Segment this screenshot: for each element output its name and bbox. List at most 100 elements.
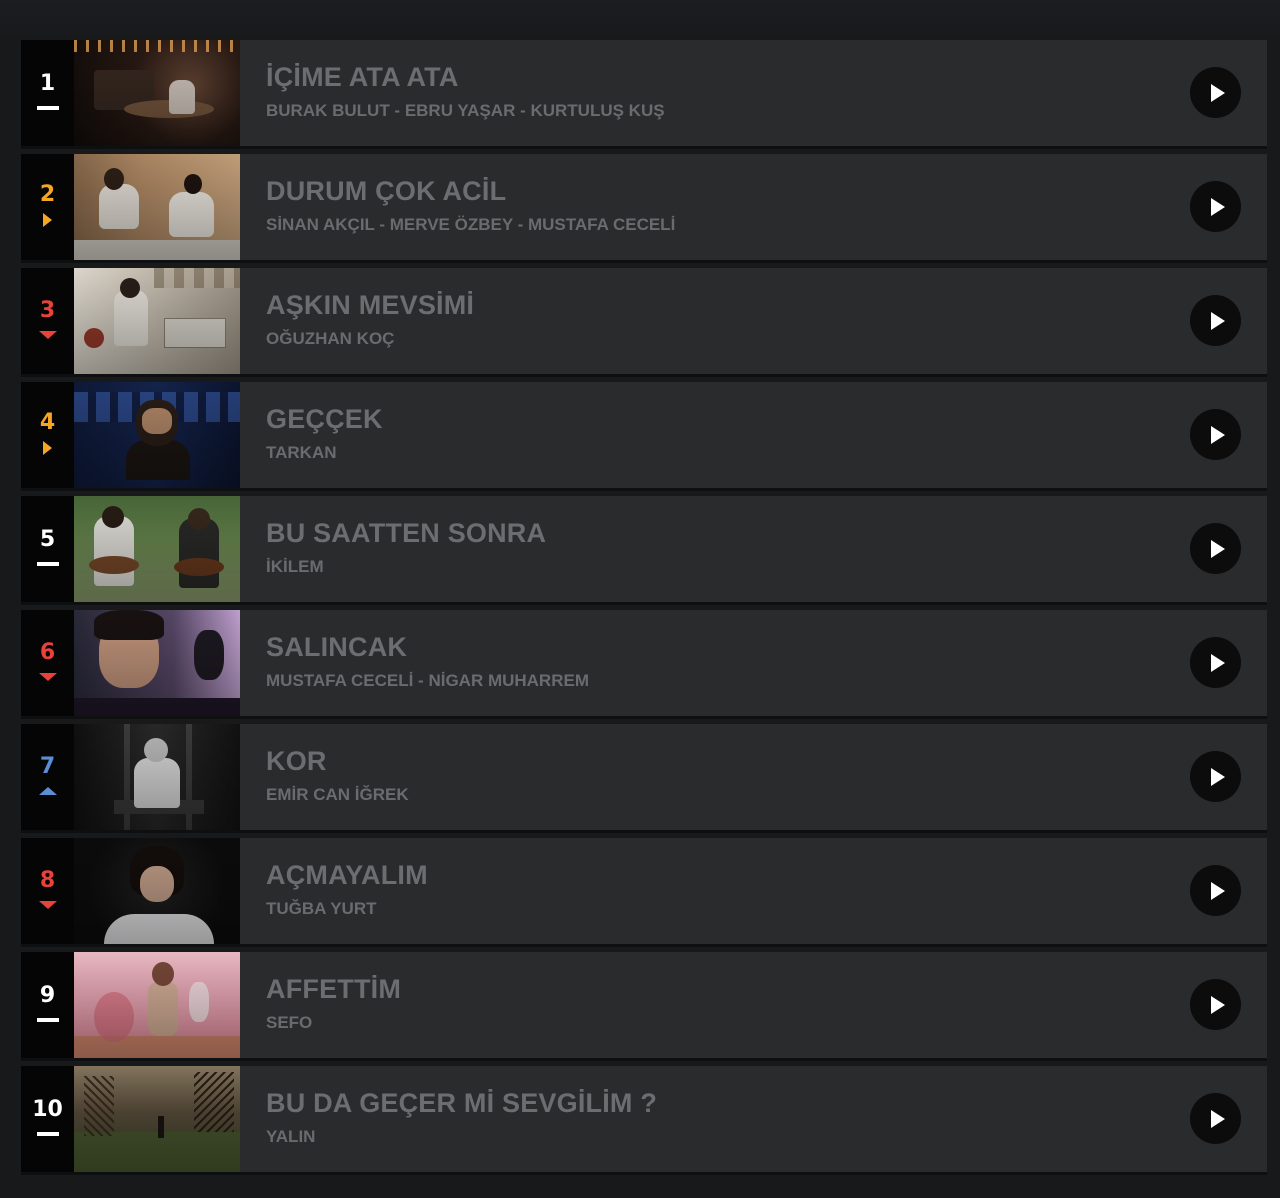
song-title[interactable]: DURUM ÇOK ACİL bbox=[266, 176, 506, 207]
play-icon bbox=[1210, 653, 1225, 672]
video-thumbnail[interactable] bbox=[74, 268, 240, 374]
song-info: GEÇÇEK TARKAN bbox=[240, 382, 1267, 488]
rank-number: 8 bbox=[39, 868, 56, 893]
video-thumbnail[interactable] bbox=[74, 496, 240, 602]
rank-box: 10 bbox=[21, 1066, 74, 1172]
chart-row[interactable]: 8 AÇMAYALIM TUĞBA YURT bbox=[21, 838, 1267, 944]
play-icon bbox=[1210, 1109, 1225, 1128]
song-artist: SİNAN AKÇIL - MERVE ÖZBEY - MUSTAFA CECE… bbox=[266, 215, 676, 234]
rank-number: 10 bbox=[32, 1097, 63, 1122]
rank-number: 2 bbox=[39, 182, 56, 207]
song-title[interactable]: BU SAATTEN SONRA bbox=[266, 518, 546, 549]
play-icon bbox=[1210, 83, 1225, 102]
play-button[interactable] bbox=[1190, 751, 1241, 802]
play-button[interactable] bbox=[1190, 979, 1241, 1030]
song-title[interactable]: GEÇÇEK bbox=[266, 404, 383, 435]
play-button[interactable] bbox=[1190, 865, 1241, 916]
song-artist: İKİLEM bbox=[266, 557, 324, 576]
chart-row[interactable]: 7 KOR EMİR CAN İĞREK bbox=[21, 724, 1267, 830]
song-info: DURUM ÇOK ACİL SİNAN AKÇIL - MERVE ÖZBEY… bbox=[240, 154, 1267, 260]
song-info: KOR EMİR CAN İĞREK bbox=[240, 724, 1267, 830]
song-artist: TUĞBA YURT bbox=[266, 899, 377, 918]
triangle-down-icon bbox=[38, 673, 57, 681]
triangle-up-icon bbox=[38, 787, 57, 795]
chart-row[interactable]: 3 AŞKIN MEVSİMİ OĞUZHAN KOÇ bbox=[21, 268, 1267, 374]
triangle-down-icon bbox=[38, 901, 57, 909]
play-icon bbox=[1210, 425, 1225, 444]
video-thumbnail[interactable] bbox=[74, 1066, 240, 1172]
play-button[interactable] bbox=[1190, 637, 1241, 688]
video-thumbnail[interactable] bbox=[74, 952, 240, 1058]
triangle-right-icon bbox=[43, 213, 52, 227]
play-icon bbox=[1210, 539, 1225, 558]
chart-row[interactable]: 9 AFFETTİM SEFO bbox=[21, 952, 1267, 1058]
play-button[interactable] bbox=[1190, 67, 1241, 118]
video-thumbnail[interactable] bbox=[74, 382, 240, 488]
rank-box: 8 bbox=[21, 838, 74, 944]
song-artist: OĞUZHAN KOÇ bbox=[266, 329, 395, 348]
video-thumbnail[interactable] bbox=[74, 724, 240, 830]
video-thumbnail[interactable] bbox=[74, 610, 240, 716]
rank-number: 3 bbox=[39, 298, 56, 323]
play-button[interactable] bbox=[1190, 181, 1241, 232]
dash-icon bbox=[36, 562, 59, 566]
song-info: SALINCAK MUSTAFA CECELİ - NİGAR MUHARREM bbox=[240, 610, 1267, 716]
triangle-down-icon bbox=[38, 331, 57, 339]
song-title[interactable]: AŞKIN MEVSİMİ bbox=[266, 290, 474, 321]
rank-box: 7 bbox=[21, 724, 74, 830]
chart-row[interactable]: 10 BU DA GEÇER Mİ SEVGİLİM ? YALIN bbox=[21, 1066, 1267, 1172]
play-button[interactable] bbox=[1190, 295, 1241, 346]
play-button[interactable] bbox=[1190, 409, 1241, 460]
song-info: BU SAATTEN SONRA İKİLEM bbox=[240, 496, 1267, 602]
rank-number: 9 bbox=[39, 983, 56, 1008]
song-title[interactable]: BU DA GEÇER Mİ SEVGİLİM ? bbox=[266, 1088, 657, 1119]
play-button[interactable] bbox=[1190, 1093, 1241, 1144]
rank-box: 3 bbox=[21, 268, 74, 374]
song-artist: YALIN bbox=[266, 1127, 316, 1146]
dash-icon bbox=[36, 1018, 59, 1022]
video-thumbnail[interactable] bbox=[74, 838, 240, 944]
song-info: AFFETTİM SEFO bbox=[240, 952, 1267, 1058]
song-artist: TARKAN bbox=[266, 443, 337, 462]
song-info: AÇMAYALIM TUĞBA YURT bbox=[240, 838, 1267, 944]
rank-box: 9 bbox=[21, 952, 74, 1058]
song-info: AŞKIN MEVSİMİ OĞUZHAN KOÇ bbox=[240, 268, 1267, 374]
video-thumbnail[interactable] bbox=[74, 154, 240, 260]
song-title[interactable]: AFFETTİM bbox=[266, 974, 401, 1005]
rank-number: 7 bbox=[39, 754, 56, 779]
song-info: İÇİME ATA ATA BURAK BULUT - EBRU YAŞAR -… bbox=[240, 40, 1267, 146]
play-icon bbox=[1210, 995, 1225, 1014]
rank-box: 4 bbox=[21, 382, 74, 488]
rank-box: 1 bbox=[21, 40, 74, 146]
play-icon bbox=[1210, 881, 1225, 900]
song-artist: MUSTAFA CECELİ - NİGAR MUHARREM bbox=[266, 671, 589, 690]
song-title[interactable]: SALINCAK bbox=[266, 632, 407, 663]
rank-number: 1 bbox=[39, 71, 56, 96]
rank-box: 6 bbox=[21, 610, 74, 716]
rank-box: 2 bbox=[21, 154, 74, 260]
song-info: BU DA GEÇER Mİ SEVGİLİM ? YALIN bbox=[240, 1066, 1267, 1172]
song-artist: BURAK BULUT - EBRU YAŞAR - KURTULUŞ KUŞ bbox=[266, 101, 665, 120]
chart-row[interactable]: 4 GEÇÇEK TARKAN bbox=[21, 382, 1267, 488]
video-thumbnail[interactable] bbox=[74, 40, 240, 146]
chart-row[interactable]: 6 SALINCAK MUSTAFA CECELİ - NİGAR MUHARR… bbox=[21, 610, 1267, 716]
play-button[interactable] bbox=[1190, 523, 1241, 574]
chart-row[interactable]: 5 BU SAATTEN SONRA İKİLEM bbox=[21, 496, 1267, 602]
song-title[interactable]: AÇMAYALIM bbox=[266, 860, 428, 891]
play-icon bbox=[1210, 767, 1225, 786]
chart-row[interactable]: 2 DURUM ÇOK ACİL SİNAN AKÇIL - MERVE ÖZB… bbox=[21, 154, 1267, 260]
rank-number: 4 bbox=[39, 410, 56, 435]
rank-box: 5 bbox=[21, 496, 74, 602]
rank-number: 5 bbox=[39, 527, 56, 552]
rank-number: 6 bbox=[39, 640, 56, 665]
song-artist: SEFO bbox=[266, 1013, 313, 1032]
dash-icon bbox=[36, 106, 59, 110]
play-icon bbox=[1210, 311, 1225, 330]
song-artist: EMİR CAN İĞREK bbox=[266, 785, 409, 804]
song-title[interactable]: İÇİME ATA ATA bbox=[266, 62, 459, 93]
triangle-right-icon bbox=[43, 441, 52, 455]
chart-row[interactable]: 1 İÇİME ATA ATA BURAK BULUT - EBRU YAŞAR… bbox=[21, 40, 1267, 146]
song-title[interactable]: KOR bbox=[266, 746, 327, 777]
dash-icon bbox=[36, 1132, 59, 1136]
play-icon bbox=[1210, 197, 1225, 216]
